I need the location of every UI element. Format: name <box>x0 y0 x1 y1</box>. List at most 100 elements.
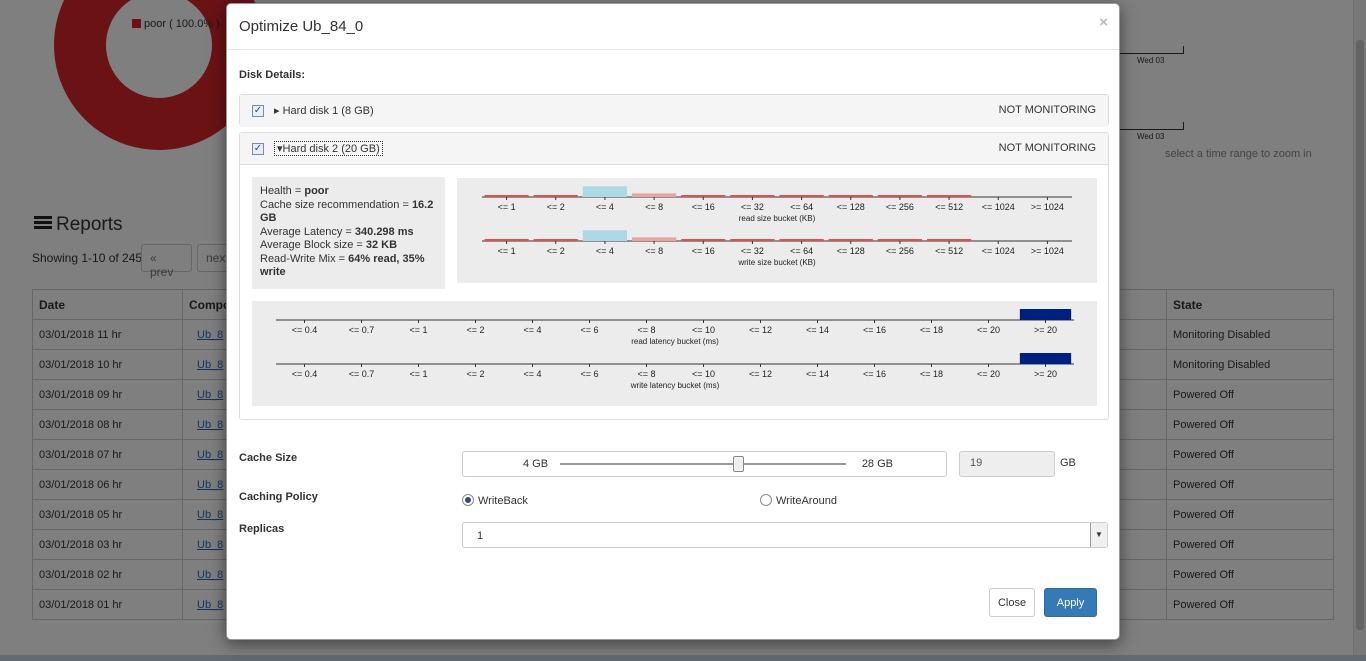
tick-label: <= 8 <box>645 246 663 256</box>
tick-label: <= 18 <box>920 369 943 379</box>
disk-2-checkbox[interactable]: ✓ <box>252 143 264 155</box>
disk-1-checkbox[interactable]: ✓ <box>252 105 264 117</box>
disk-1-name: Hard disk 1 (8 GB) <box>282 105 374 117</box>
tick-label: <= 64 <box>790 246 813 256</box>
histogram-bar <box>877 239 923 241</box>
tick-label: <= 18 <box>920 325 943 335</box>
optimize-modal: Optimize Ub_84_0 × Disk Details: ✓ ▸ Har… <box>226 3 1120 640</box>
replicas-select[interactable]: 1 ▼ <box>462 522 1108 548</box>
histogram-bar <box>730 195 775 197</box>
histogram-bar <box>828 195 873 197</box>
tick-label: <= 512 <box>935 202 963 212</box>
histogram-bar <box>779 195 824 197</box>
histogram-bar <box>779 239 824 241</box>
tick-label: <= 16 <box>692 246 715 256</box>
cache-size-label: Cache Size <box>239 452 298 464</box>
tick-label: <= 20 <box>977 325 1000 335</box>
slider-track[interactable] <box>560 463 846 465</box>
modal-title: Optimize Ub_84_0 <box>239 18 364 35</box>
tick-label: <= 128 <box>837 202 865 212</box>
histogram-bar <box>828 239 873 241</box>
tick-label: <= 1024 <box>982 202 1015 212</box>
histogram-bar <box>484 239 529 241</box>
histogram-bar <box>631 193 677 197</box>
tick-label: <= 20 <box>977 369 1000 379</box>
tick-label: <= 16 <box>863 369 886 379</box>
histogram-bar <box>582 230 628 241</box>
disk-1-toggle[interactable]: ▸ Hard disk 1 (8 GB) <box>274 104 374 117</box>
size-histogram-svg: <= 1 <= 2 <= 4 <= 8 <= 16 <= 32 <= 64 <= 128 <= … <box>482 186 1072 267</box>
tick-label: <= 2 <box>466 369 484 379</box>
tick-label: <= 32 <box>741 202 764 212</box>
writeback-label[interactable]: WriteBack <box>478 495 528 507</box>
apply-button[interactable]: Apply <box>1044 588 1097 617</box>
tick-label: <= 6 <box>580 325 598 335</box>
dropdown-arrow-icon[interactable]: ▼ <box>1090 523 1107 547</box>
disk-2-toggle[interactable]: ▾Hard disk 2 (20 GB) <box>274 141 383 156</box>
tick-label: <= 2 <box>466 325 484 335</box>
tick-label: <= 16 <box>692 202 715 212</box>
tick-label: <= 256 <box>886 246 914 256</box>
disk-header-2[interactable]: ✓ ▾Hard disk 2 (20 GB) NOT MONITORING <box>240 133 1108 165</box>
tick-label: <= 1 <box>498 246 516 256</box>
tick-label: <= 14 <box>806 325 829 335</box>
tick-label: >= 1024 <box>1031 246 1064 256</box>
tick-label: <= 4 <box>523 369 541 379</box>
replicas-value: 1 <box>477 530 484 542</box>
cache-rec-prefix: Cache size recommendation = <box>260 198 412 211</box>
histogram-bar <box>631 237 677 241</box>
tick-label: <= 6 <box>580 369 598 379</box>
writearound-radio[interactable] <box>760 494 772 506</box>
disk-panel-2: ✓ ▾Hard disk 2 (20 GB) NOT MONITORING He… <box>239 132 1109 420</box>
tick-label: <= 14 <box>806 369 829 379</box>
tick-label: <= 1 <box>498 202 516 212</box>
tick-label: <= 0.4 <box>292 369 318 379</box>
caret-right-icon: ▸ <box>274 105 280 117</box>
histogram-bar <box>533 239 578 241</box>
axis-label: read size bucket (KB) <box>739 214 816 223</box>
writeback-radio[interactable] <box>462 494 474 506</box>
tick-label: <= 8 <box>645 202 663 212</box>
tick-label: <= 16 <box>863 325 886 335</box>
close-button[interactable]: Close <box>989 588 1035 617</box>
modal-header: Optimize Ub_84_0 × <box>227 4 1119 50</box>
axis-label: read latency bucket (ms) <box>631 337 719 346</box>
size-histograms: <= 1 <= 2 <= 4 <= 8 <= 16 <= 32 <= 64 <= 128 <= … <box>457 178 1097 283</box>
tick-label: <= 64 <box>790 202 813 212</box>
health-prefix: Health = <box>260 185 305 197</box>
histogram-bar <box>582 186 628 197</box>
disk-panel-1: ✓ ▸ Hard disk 1 (8 GB) NOT MONITORING <box>239 94 1109 127</box>
health-value: poor <box>304 185 329 197</box>
tick-label: <= 0.4 <box>292 325 318 335</box>
tick-label: <= 4 <box>523 325 541 335</box>
tick-label: <= 4 <box>596 202 614 212</box>
tick-label: <= 8 <box>637 325 655 335</box>
tick-label: <= 128 <box>837 246 865 256</box>
tick-label: <= 10 <box>692 369 715 379</box>
close-icon[interactable]: × <box>1099 14 1108 31</box>
histogram-bar <box>484 195 529 197</box>
histogram-bar <box>681 195 726 197</box>
tick-label: <= 12 <box>749 369 772 379</box>
caching-policy-label: Caching Policy <box>239 491 318 503</box>
disk-details-label: Disk Details: <box>239 69 306 81</box>
rw-mix-prefix: Read-Write Mix = <box>260 252 349 265</box>
latency-value: 340.298 ms <box>354 225 414 238</box>
disk-header-1[interactable]: ✓ ▸ Hard disk 1 (8 GB) NOT MONITORING <box>240 95 1108 127</box>
disk-2-name: Hard disk 2 (20 GB) <box>282 143 380 155</box>
tick-label: <= 256 <box>886 202 914 212</box>
writearound-label[interactable]: WriteAround <box>776 495 837 507</box>
tick-label: >= 20 <box>1034 325 1057 335</box>
histogram-bar <box>681 239 726 241</box>
tick-label: <= 8 <box>637 369 655 379</box>
cache-size-slider[interactable]: 4 GB 28 GB <box>462 451 947 477</box>
slider-handle[interactable] <box>733 456 745 472</box>
histogram-bar <box>926 195 972 197</box>
disk-1-status: NOT MONITORING <box>998 104 1096 116</box>
cache-size-input[interactable]: 19 <box>959 451 1055 477</box>
slider-max-label: 28 GB <box>861 458 893 470</box>
replicas-label: Replicas <box>239 523 285 535</box>
tick-label: <= 2 <box>547 246 565 256</box>
disk-health-summary: Health = poor Cache size recommendation … <box>252 177 445 289</box>
tick-label: <= 0.7 <box>349 369 375 379</box>
